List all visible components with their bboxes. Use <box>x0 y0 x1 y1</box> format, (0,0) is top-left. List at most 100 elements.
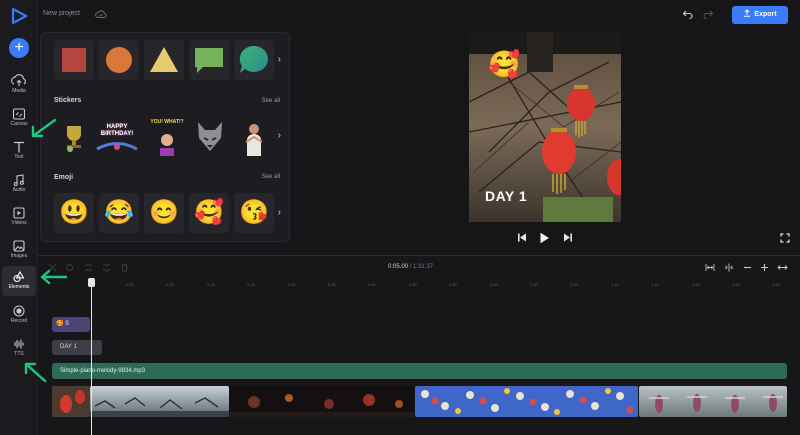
emoji-hearts-tile[interactable]: 🥰 <box>189 193 229 233</box>
sticker-wolf-tile[interactable] <box>190 116 230 156</box>
emoji-smiling-tile[interactable]: 😊 <box>144 193 184 233</box>
annotation-arrow-icon <box>31 118 57 138</box>
sidebar-item-label: Text <box>14 154 24 160</box>
wolf-sticker-icon <box>198 122 222 151</box>
timeline-panel: 0:05.00 / 1:31.37 0:10 0:15 0:20 0:25 0:… <box>38 255 800 435</box>
chat-bubble-shape-icon <box>239 45 268 73</box>
shape-speech-bubble-tile[interactable] <box>189 40 229 80</box>
audio-waveform-icon <box>14 339 24 349</box>
undo-icon[interactable] <box>682 9 694 19</box>
emoji-clip-icon: 🥰 <box>56 321 64 327</box>
triangle-shape-icon <box>150 47 178 72</box>
emoji-tears-of-joy-icon: 😂 <box>104 199 134 226</box>
sidebar-item-record[interactable]: Record <box>2 300 36 330</box>
sidebar-item-label: Canvas <box>10 121 28 127</box>
ruler-tick: 0:25 <box>247 282 255 287</box>
text-icon <box>14 141 24 153</box>
video-clip-dancer[interactable] <box>639 386 787 417</box>
emoji-tears-of-joy-tile[interactable]: 😂 <box>99 193 139 233</box>
music-note-icon <box>13 174 24 187</box>
export-label: Export <box>754 11 777 18</box>
zoom-in-icon[interactable] <box>760 263 769 272</box>
emoji-see-all-link[interactable]: See all <box>262 174 280 180</box>
move-up-icon[interactable] <box>84 263 93 272</box>
emoji-clip[interactable]: 🥰 S <box>52 317 90 332</box>
text-clip[interactable]: DAY 1 <box>52 340 102 355</box>
zoom-out-icon[interactable] <box>743 263 752 272</box>
export-button[interactable]: Export <box>732 6 788 24</box>
ruler-tick: 1:20 <box>692 282 700 287</box>
ruler-tick: 0:20 <box>207 282 215 287</box>
annotation-arrow-icon <box>40 269 68 285</box>
editor-window: + Media Canvas Text Audio Videos Images … <box>0 0 800 435</box>
stickers-see-all-link[interactable]: See all <box>262 98 280 104</box>
stickers-title: Stickers <box>54 97 82 104</box>
sticker-you-what-tile[interactable]: YOU! WHAT!? <box>147 116 187 156</box>
video-clip-birds[interactable] <box>90 386 229 417</box>
redo-icon[interactable] <box>702 9 714 19</box>
playhead-line[interactable] <box>91 280 92 435</box>
sidebar-item-media[interactable]: Media <box>2 70 36 100</box>
emoji-next-icon[interactable]: › <box>278 207 281 218</box>
preview-emoji-overlay[interactable]: 🥰 <box>488 49 520 79</box>
sidebar-item-label: Elements <box>8 284 30 290</box>
square-shape-icon <box>62 48 86 72</box>
split-view-icon[interactable] <box>724 263 734 272</box>
audio-clip-label: Simple-piano-melody-9834.mp3 <box>60 368 146 374</box>
move-down-icon[interactable] <box>102 263 111 272</box>
fit-timeline-icon[interactable] <box>705 263 715 272</box>
upload-cloud-icon <box>11 74 26 86</box>
sticker-happy-birthday-tile[interactable]: HAPPY BIRTHDAY! <box>91 116 143 156</box>
video-clip-fireworks[interactable] <box>229 386 414 417</box>
sticker-trophy-tile[interactable] <box>54 116 94 156</box>
sidebar-item-audio[interactable]: Audio <box>2 169 36 199</box>
shape-chat-bubble-tile[interactable] <box>234 40 274 80</box>
emoji-grinning-tile[interactable]: 😃 <box>54 193 94 233</box>
ruler-tick: 0:40 <box>368 282 376 287</box>
play-icon[interactable] <box>539 232 550 244</box>
umbrellas-thumbnail <box>415 386 638 417</box>
expand-timeline-icon[interactable] <box>777 263 788 272</box>
add-button[interactable]: + <box>9 38 29 58</box>
app-logo-icon[interactable] <box>10 7 28 25</box>
video-clip-lanterns[interactable] <box>52 386 90 417</box>
timeline-ruler[interactable]: 0:10 0:15 0:20 0:25 0:30 0:35 0:40 0:45 … <box>88 282 788 290</box>
stickers-next-icon[interactable]: › <box>278 130 281 141</box>
preview-text-overlay[interactable]: DAY 1 <box>485 188 527 204</box>
shape-square-tile[interactable] <box>54 40 94 80</box>
shape-triangle-tile[interactable] <box>144 40 184 80</box>
audio-clip[interactable]: Simple-piano-melody-9834.mp3 <box>52 363 787 379</box>
ruler-tick: 1:30 <box>772 282 780 287</box>
lanterns-thumbnail <box>52 386 90 417</box>
image-icon <box>13 240 25 252</box>
shape-circle-tile[interactable] <box>99 40 139 80</box>
emoji-kiss-tile[interactable]: 😘 <box>234 193 274 233</box>
sidebar-item-videos[interactable]: Videos <box>2 202 36 232</box>
text-clip-label: DAY 1 <box>60 344 77 350</box>
cloud-sync-icon <box>95 10 107 18</box>
woman-sticker-icon <box>245 124 263 156</box>
dancer-thumbnail <box>639 386 787 417</box>
video-preview[interactable]: 🥰 DAY 1 <box>469 32 621 222</box>
fullscreen-icon[interactable] <box>780 233 790 243</box>
sidebar-item-elements[interactable]: Elements <box>2 266 36 296</box>
current-time: 0:05.00 <box>388 264 409 270</box>
sidebar-item-tts[interactable]: TTS <box>2 333 36 363</box>
delete-icon[interactable] <box>120 263 129 272</box>
emoji-kiss-icon: 😘 <box>239 199 269 226</box>
you-what-sticker-text: YOU! WHAT!? <box>150 119 184 125</box>
skip-forward-icon[interactable] <box>563 232 573 243</box>
video-icon <box>13 207 25 219</box>
ruler-tick: 1:15 <box>651 282 659 287</box>
video-track[interactable] <box>52 386 787 417</box>
skip-back-icon[interactable] <box>517 232 527 243</box>
time-separator: / <box>409 264 412 270</box>
ruler-tick: 0:50 <box>449 282 457 287</box>
shapes-next-icon[interactable]: › <box>278 54 281 65</box>
video-clip-umbrellas[interactable] <box>415 386 638 417</box>
sticker-woman-tile[interactable] <box>234 116 274 156</box>
sidebar-item-label: Images <box>10 253 28 259</box>
project-name[interactable]: New project <box>43 10 80 17</box>
ruler-tick: 0:35 <box>328 282 336 287</box>
sidebar-item-images[interactable]: Images <box>2 235 36 265</box>
